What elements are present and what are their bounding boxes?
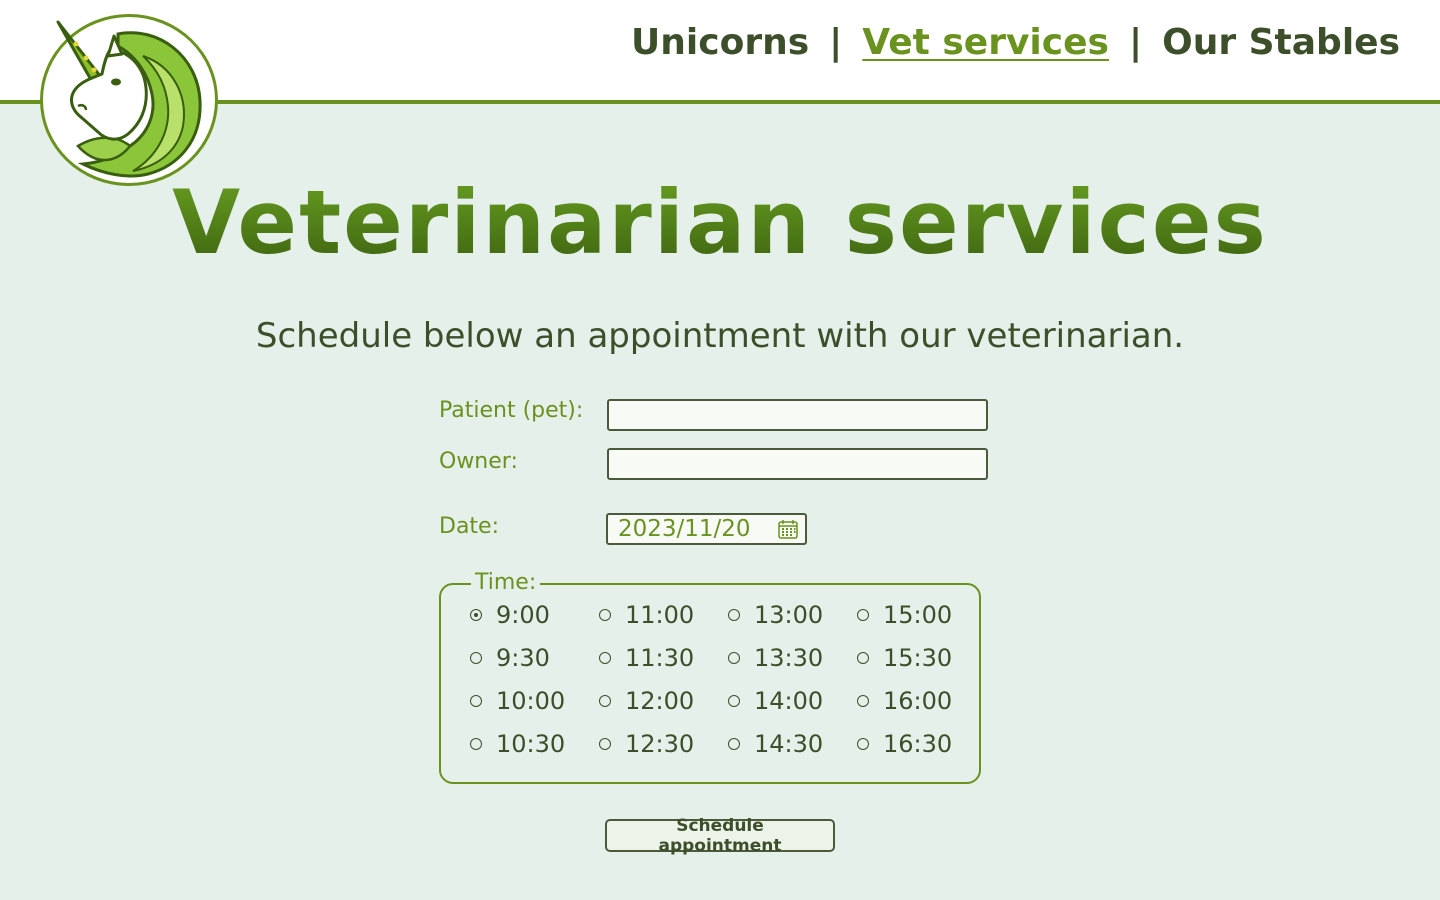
time-option[interactable]: 9:30 <box>470 643 550 673</box>
time-option-label: 12:30 <box>625 730 695 758</box>
main-nav: Unicorns | Vet services | Our Stables <box>631 22 1400 63</box>
calendar-icon[interactable] <box>777 518 799 540</box>
time-option[interactable]: 13:00 <box>728 600 823 630</box>
time-option[interactable]: 10:00 <box>470 686 565 716</box>
time-option-label: 9:00 <box>496 601 550 629</box>
time-option-label: 11:00 <box>625 601 695 629</box>
time-option-label: 10:00 <box>496 687 566 715</box>
time-option[interactable]: 14:00 <box>728 686 823 716</box>
nav-separator: | <box>1128 22 1143 63</box>
nav-link-vet-services[interactable]: Vet services <box>862 22 1109 63</box>
owner-label: Owner: <box>439 449 518 474</box>
time-radio[interactable] <box>470 738 482 750</box>
time-radio[interactable] <box>470 652 482 664</box>
time-option[interactable]: 13:30 <box>728 643 823 673</box>
time-option-label: 15:00 <box>883 601 953 629</box>
time-option-label: 14:00 <box>754 687 824 715</box>
time-option-label: 13:30 <box>754 644 824 672</box>
time-option-label: 10:30 <box>496 730 566 758</box>
time-radio[interactable] <box>857 609 869 621</box>
date-value: 2023/11/20 <box>618 516 751 542</box>
time-option-label: 9:30 <box>496 644 550 672</box>
page-subtitle: Schedule below an appointment with our v… <box>255 316 1185 356</box>
owner-input[interactable] <box>607 448 988 480</box>
time-option[interactable]: 16:30 <box>857 729 952 759</box>
time-option[interactable]: 9:00 <box>470 600 550 630</box>
date-input[interactable]: 2023/11/20 <box>606 513 807 545</box>
time-option-label: 16:30 <box>883 730 953 758</box>
time-radio[interactable] <box>728 695 740 707</box>
time-option[interactable]: 15:30 <box>857 643 952 673</box>
time-radio[interactable] <box>857 695 869 707</box>
time-radio[interactable] <box>599 695 611 707</box>
time-radio[interactable] <box>599 609 611 621</box>
time-option-label: 12:00 <box>625 687 695 715</box>
time-option[interactable]: 12:00 <box>599 686 694 716</box>
nav-link-our-stables[interactable]: Our Stables <box>1162 22 1400 63</box>
unicorn-head-icon[interactable] <box>48 16 208 181</box>
nav-link-unicorns[interactable]: Unicorns <box>631 22 809 63</box>
page: Unicorns | Vet services | Our Stables Ve… <box>0 0 1440 900</box>
schedule-appointment-button[interactable]: Schedule appointment <box>605 816 835 856</box>
time-option[interactable]: 14:30 <box>728 729 823 759</box>
time-option[interactable]: 11:30 <box>599 643 694 673</box>
time-option[interactable]: 15:00 <box>857 600 952 630</box>
time-option[interactable]: 11:00 <box>599 600 694 630</box>
time-option-label: 11:30 <box>625 644 695 672</box>
time-option-label: 13:00 <box>754 601 824 629</box>
time-radio[interactable] <box>857 652 869 664</box>
patient-label: Patient (pet): <box>439 398 584 423</box>
time-radio[interactable] <box>470 695 482 707</box>
nav-separator: | <box>829 22 843 63</box>
time-radio[interactable] <box>728 609 740 621</box>
time-radio[interactable] <box>728 738 740 750</box>
time-option-label: 15:30 <box>883 644 953 672</box>
time-radio[interactable] <box>599 652 611 664</box>
time-radio[interactable] <box>599 738 611 750</box>
time-radio[interactable] <box>728 652 740 664</box>
time-option-label: 16:00 <box>883 687 953 715</box>
time-radio[interactable] <box>857 738 869 750</box>
patient-input[interactable] <box>607 399 988 431</box>
time-legend: Time: <box>471 569 541 597</box>
time-option-label: 14:30 <box>754 730 824 758</box>
time-option[interactable]: 10:30 <box>470 729 565 759</box>
time-option[interactable]: 12:30 <box>599 729 694 759</box>
time-option[interactable]: 16:00 <box>857 686 952 716</box>
page-title: Veterinarian services <box>0 168 1440 278</box>
date-label: Date: <box>439 514 499 539</box>
time-radio[interactable] <box>470 609 482 621</box>
